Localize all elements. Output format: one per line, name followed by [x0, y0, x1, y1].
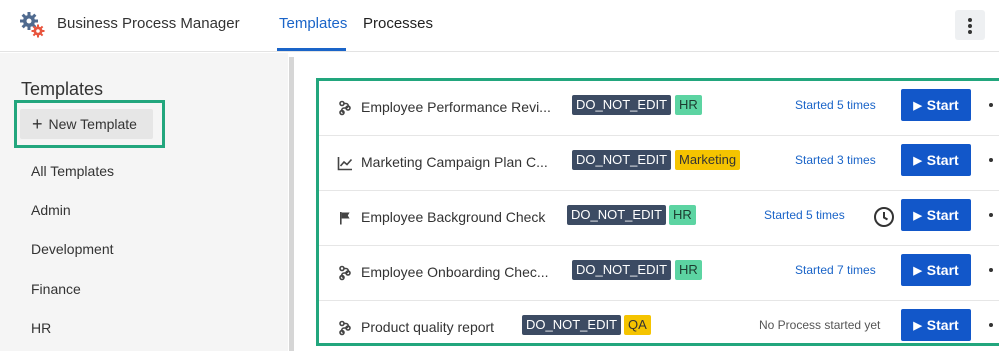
row-menu-icon[interactable] [989, 103, 993, 107]
new-template-label: New Template [48, 116, 137, 132]
start-button[interactable]: ▶ Start [901, 144, 971, 176]
row-menu-icon[interactable] [989, 268, 993, 272]
active-tab-indicator [277, 48, 346, 51]
more-options-icon[interactable] [955, 10, 985, 40]
sidebar-item-development[interactable]: Development [31, 241, 114, 257]
start-label: Start [926, 207, 959, 223]
plus-icon: + [32, 114, 43, 134]
template-row[interactable]: Employee Onboarding Chec... DO_NOT_EDIT … [319, 246, 999, 301]
started-count-link[interactable]: Started 7 times [795, 263, 876, 277]
chart-icon [337, 157, 353, 171]
sidebar-item-finance[interactable]: Finance [31, 281, 81, 297]
row-menu-icon[interactable] [989, 323, 993, 327]
start-button[interactable]: ▶ Start [901, 89, 971, 121]
template-row[interactable]: Employee Performance Revi... DO_NOT_EDIT… [319, 81, 999, 136]
clock-icon[interactable] [873, 206, 895, 228]
template-name[interactable]: Employee Onboarding Chec... [361, 264, 549, 280]
tag-badge: DO_NOT_EDIT [567, 205, 667, 225]
template-row[interactable]: Marketing Campaign Plan C... DO_NOT_EDIT… [319, 136, 999, 191]
started-count-link[interactable]: Started 5 times [795, 98, 876, 112]
tag-badge: DO_NOT_EDIT [572, 95, 672, 115]
workflow-icon [339, 100, 351, 116]
start-label: Start [926, 317, 959, 333]
row-menu-icon[interactable] [989, 158, 993, 162]
tag-badge: HR [675, 95, 702, 115]
play-icon: ▶ [913, 264, 922, 277]
start-label: Start [926, 97, 959, 113]
status-text: No Process started yet [759, 318, 881, 332]
workflow-icon [339, 265, 351, 281]
started-count-link[interactable]: Started 5 times [764, 208, 845, 222]
sidebar-item-admin[interactable]: Admin [31, 202, 71, 218]
start-label: Start [926, 152, 959, 168]
play-icon: ▶ [913, 99, 922, 112]
play-icon: ▶ [913, 209, 922, 222]
tag-badge: Marketing [675, 150, 741, 170]
started-count-link[interactable]: Started 3 times [795, 153, 876, 167]
template-name[interactable]: Employee Background Check [361, 209, 545, 225]
tab-processes[interactable]: Processes [363, 15, 433, 32]
row-menu-icon[interactable] [989, 213, 993, 217]
start-button[interactable]: ▶ Start [901, 309, 971, 341]
template-name[interactable]: Marketing Campaign Plan C... [361, 154, 548, 170]
template-name[interactable]: Product quality report [361, 319, 494, 335]
play-icon: ▶ [913, 319, 922, 332]
sidebar-title: Templates [21, 79, 104, 99]
panel-resize-handle[interactable] [289, 57, 294, 351]
app-title: Business Process Manager [57, 15, 240, 32]
workflow-icon [339, 320, 351, 336]
template-row[interactable]: Employee Background Check DO_NOT_EDIT HR… [319, 191, 999, 246]
template-row[interactable]: Product quality report DO_NOT_EDIT QA No… [319, 301, 999, 356]
sidebar-item-all-templates[interactable]: All Templates [31, 163, 114, 179]
flag-icon [340, 212, 350, 225]
top-bar: Business Process Manager Templates Proce… [0, 0, 999, 52]
start-button[interactable]: ▶ Start [901, 199, 971, 231]
tag-badge: HR [669, 205, 696, 225]
tag-badge: DO_NOT_EDIT [572, 150, 672, 170]
tag-badge: QA [624, 315, 651, 335]
tag-badge: DO_NOT_EDIT [522, 315, 622, 335]
tag-badge: DO_NOT_EDIT [572, 260, 672, 280]
tab-templates[interactable]: Templates [279, 15, 347, 32]
new-template-button[interactable]: + New Template [20, 109, 153, 139]
play-icon: ▶ [913, 154, 922, 167]
tag-badge: HR [675, 260, 702, 280]
start-button[interactable]: ▶ Start [901, 254, 971, 286]
sidebar-item-hr[interactable]: HR [31, 320, 51, 336]
template-name[interactable]: Employee Performance Revi... [361, 99, 551, 115]
start-label: Start [926, 262, 959, 278]
gears-logo-icon [20, 12, 45, 38]
